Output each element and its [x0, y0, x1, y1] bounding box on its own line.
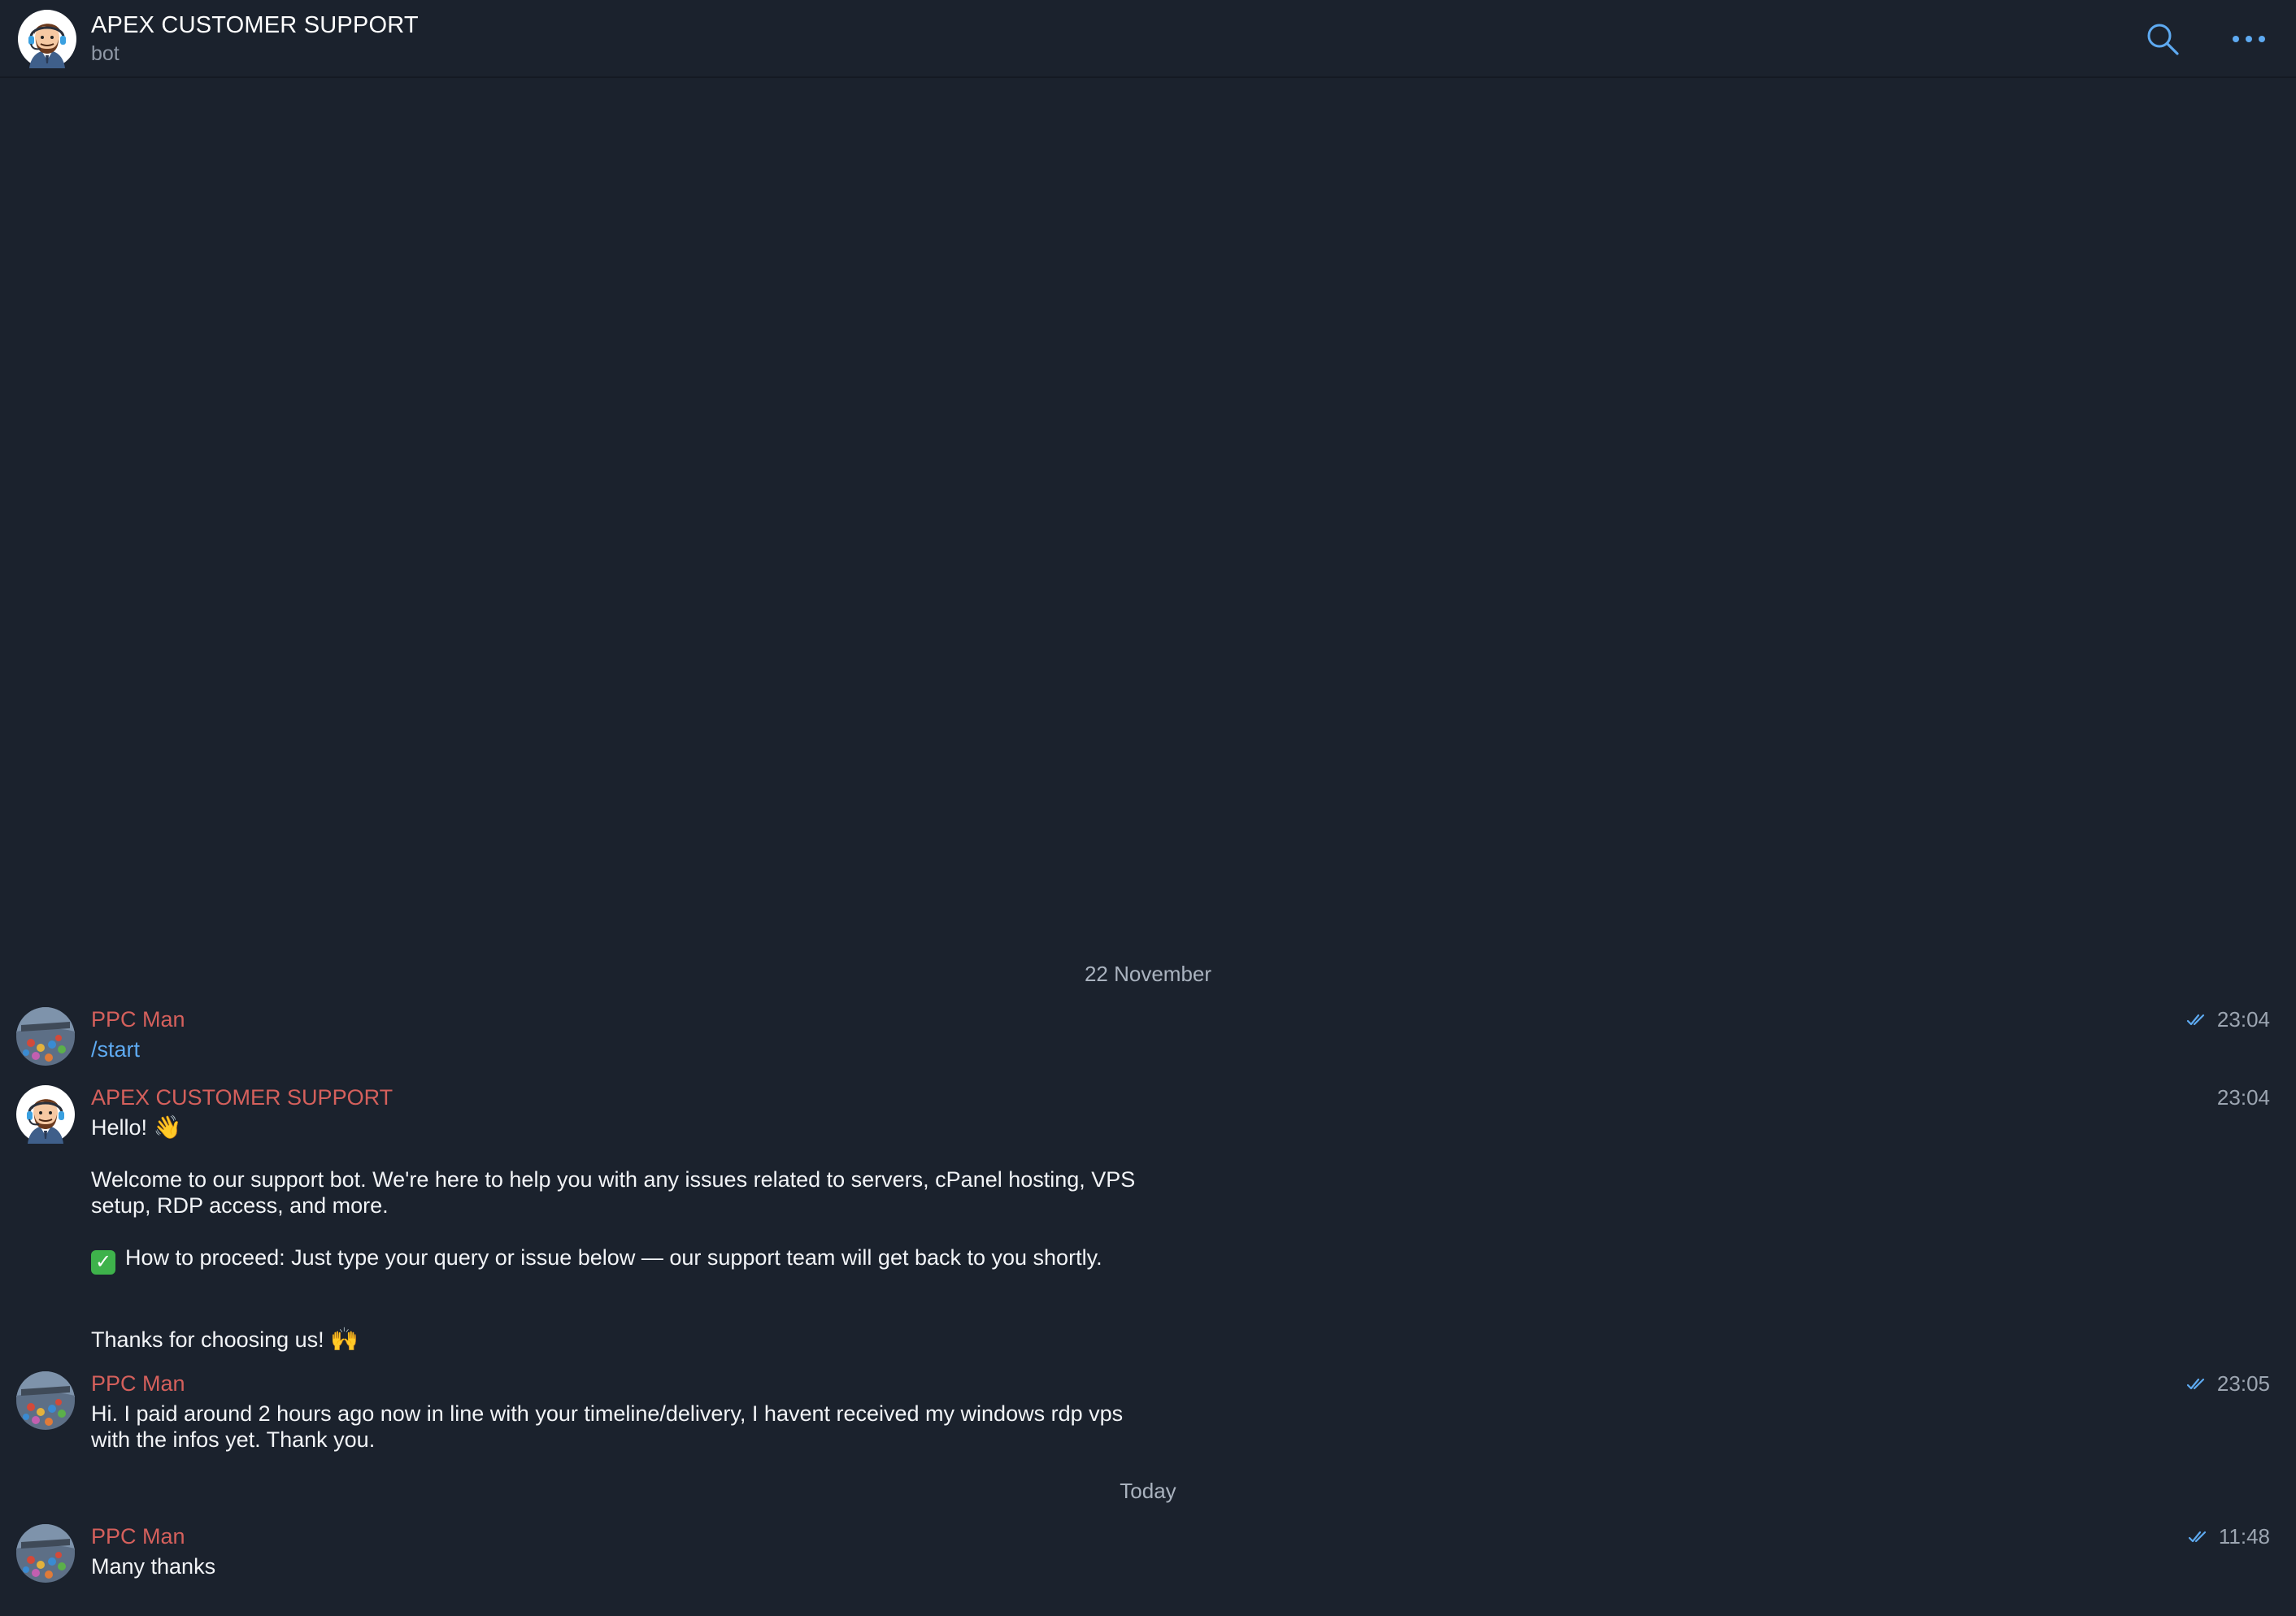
message-text: Many thanks: [91, 1554, 216, 1579]
check-mark-button-emoji: ✓: [91, 1250, 115, 1275]
user-avatar[interactable]: [16, 1371, 75, 1430]
double-check-icon: [2188, 1529, 2212, 1545]
double-check-icon: [2186, 1376, 2211, 1392]
chat-title[interactable]: APEX CUSTOMER SUPPORT: [91, 12, 419, 39]
thanks-line: Thanks for choosing us! 🙌: [91, 1327, 1164, 1353]
raising-hands-emoji: 🙌: [330, 1327, 359, 1352]
waving-hand-emoji: 👋: [153, 1114, 182, 1140]
bot-command-link[interactable]: /start: [91, 1037, 140, 1062]
message-timestamp: 23:05: [2186, 1371, 2270, 1397]
date-separator: Today: [1120, 1479, 1176, 1503]
user-avatar[interactable]: [16, 1007, 75, 1066]
more-horizontal-icon: [2233, 36, 2265, 42]
time-label: 23:04: [2216, 1007, 2270, 1032]
message-timestamp: 11:48: [2188, 1524, 2270, 1549]
welcome-paragraph: Welcome to our support bot. We're here t…: [91, 1167, 1136, 1218]
instructions-line: ✓ How to proceed: Just type your query or…: [91, 1245, 1164, 1275]
message-text: /start: [91, 1036, 1164, 1062]
instructions-text: How to proceed: Just type your query or …: [125, 1245, 1102, 1270]
sender-name[interactable]: PPC Man: [91, 1524, 185, 1549]
message-timestamp: 23:04: [2217, 1085, 2270, 1110]
chat-subtitle: bot: [91, 42, 120, 65]
date-separator: 22 November: [1084, 962, 1212, 986]
bot-avatar[interactable]: [16, 1085, 75, 1144]
chat-header: APEX CUSTOMER SUPPORT bot: [0, 0, 2296, 78]
message-text: Hello! 👋 Welcome to our support bot. We'…: [91, 1114, 1164, 1353]
thanks-text: Thanks for choosing us!: [91, 1327, 324, 1352]
more-options-button[interactable]: [2224, 16, 2273, 62]
search-button[interactable]: [2138, 16, 2187, 62]
user-avatar[interactable]: [16, 1524, 75, 1583]
bot-avatar[interactable]: [18, 10, 76, 68]
double-check-icon: [2186, 1012, 2211, 1028]
time-label: 23:04: [2216, 1085, 2270, 1110]
sender-name[interactable]: PPC Man: [91, 1371, 185, 1397]
sender-name[interactable]: PPC Man: [91, 1007, 185, 1032]
greeting-line: Hello! 👋: [91, 1114, 1164, 1140]
sender-name[interactable]: APEX CUSTOMER SUPPORT: [91, 1085, 393, 1110]
time-label: 23:05: [2216, 1371, 2270, 1396]
search-icon: [2147, 24, 2179, 55]
time-label: 11:48: [2218, 1524, 2270, 1549]
message-timestamp: 23:04: [2186, 1007, 2270, 1032]
message-text: Hi. I paid around 2 hours ago now in lin…: [91, 1401, 1124, 1452]
greeting-text: Hello!: [91, 1115, 148, 1140]
